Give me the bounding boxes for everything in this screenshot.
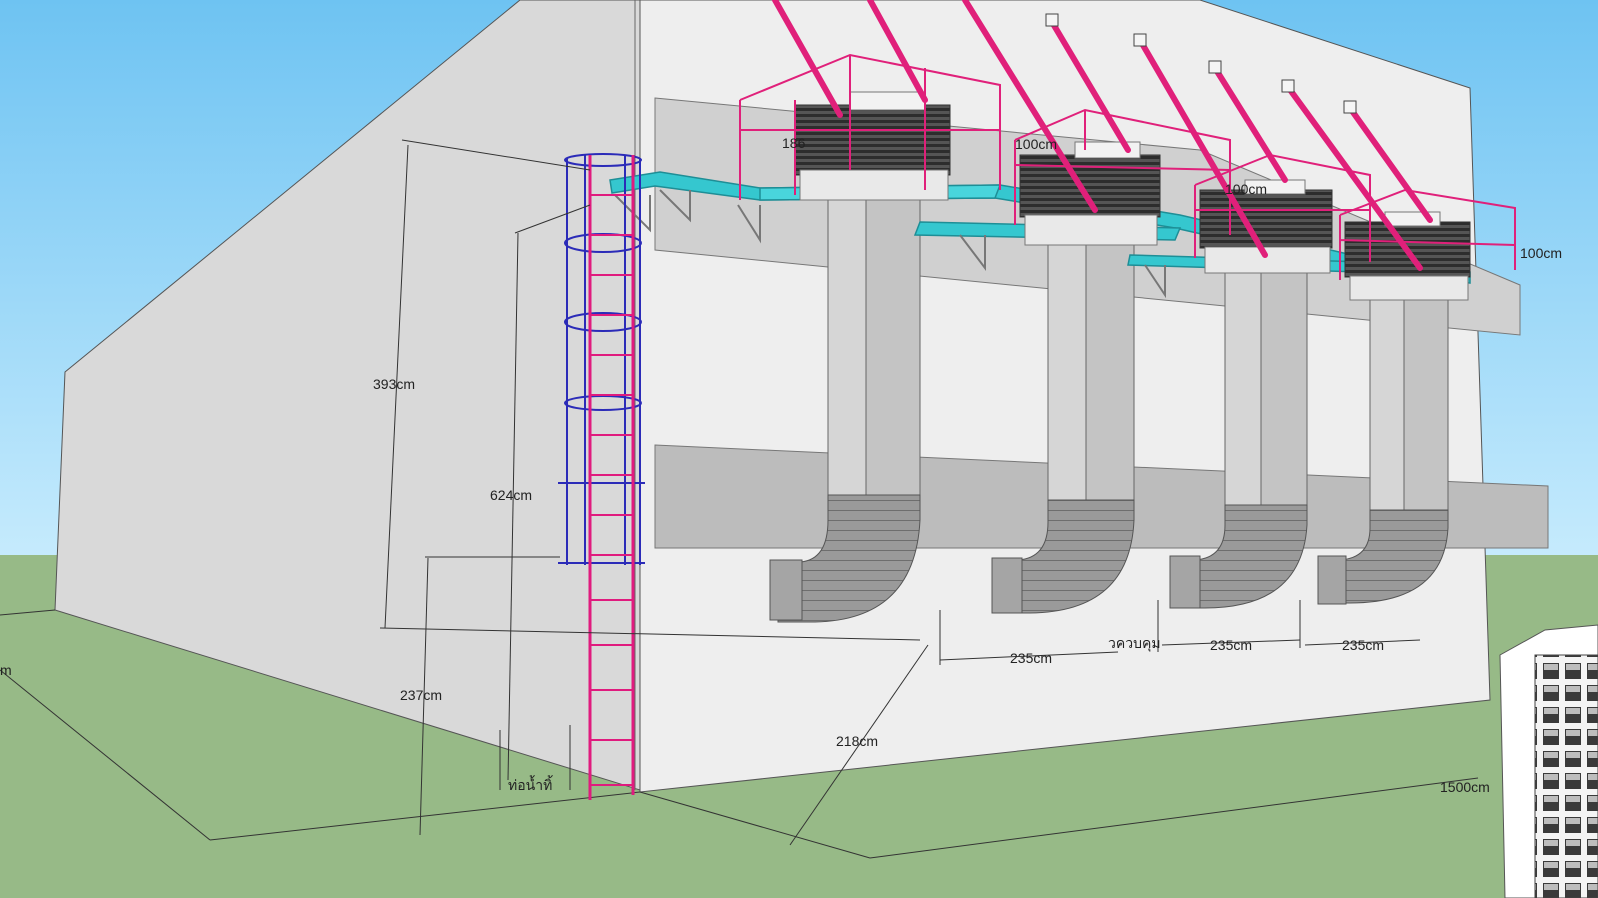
dim-393: 393cm xyxy=(373,376,415,392)
dim-186: 186 xyxy=(782,135,806,151)
drain-pipe-label: ท่อน้ำทิ้ xyxy=(508,775,553,793)
dim-235-b: 235cm xyxy=(1210,637,1252,653)
dim-100-a: 100cm xyxy=(1015,136,1057,152)
louver-icon xyxy=(1499,624,1598,898)
dim-100-b: 100cm xyxy=(1225,181,1267,197)
dim-237: 237cm xyxy=(400,687,442,703)
control-label: วควบคุม xyxy=(1108,635,1161,652)
dim-partial-m: m xyxy=(0,662,12,678)
dim-624: 624cm xyxy=(490,487,532,503)
dim-235-c: 235cm xyxy=(1342,637,1384,653)
cooler-unit-1 xyxy=(794,91,951,201)
dim-100-c: 100cm xyxy=(1520,245,1562,261)
dim-235-a: 235cm xyxy=(1010,650,1052,666)
cooler-unit-2 xyxy=(1019,141,1161,246)
building-3d-drawing: 393cm 624cm 237cm 218cm 235cm 235cm 235c… xyxy=(0,0,1598,898)
cooler-unit-4 xyxy=(1344,211,1471,301)
dim-218: 218cm xyxy=(836,733,878,749)
dim-1500: 1500cm xyxy=(1440,779,1490,795)
